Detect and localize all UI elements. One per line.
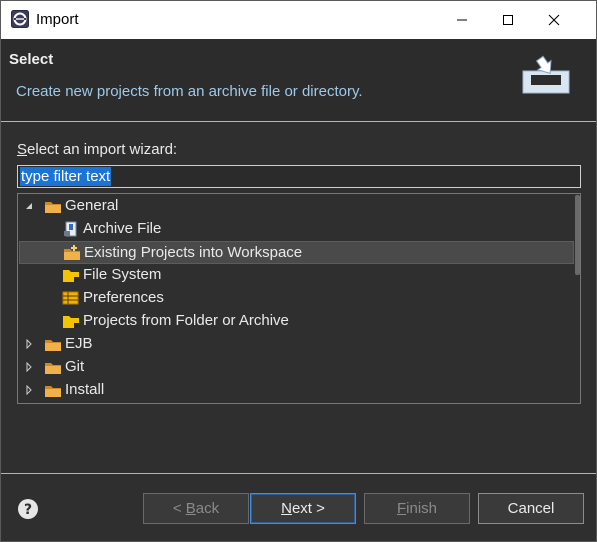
back-button[interactable]: < Back [143,493,249,524]
label-text: elect an import wizard: [27,141,178,158]
cancel-button[interactable]: Cancel [478,493,584,524]
tree-item[interactable]: Existing Projects into Workspace [19,241,574,264]
back-rest: ack [195,500,220,517]
finish-rest: inish [406,500,438,517]
window-title: Import [36,11,79,28]
help-glyph: ? [24,502,32,518]
tree-item-label: Preferences [83,289,164,306]
next-button[interactable]: Next > [250,493,356,524]
tree-item-label: Install [65,381,105,398]
tree-item[interactable]: EJB [19,333,574,356]
close-icon [548,14,560,26]
folder-icon [45,340,61,351]
tree-item-label: Projects from Folder or Archive [83,312,289,329]
minimize-button[interactable] [439,1,485,39]
tree-item[interactable]: Preferences [19,287,574,310]
filter-input[interactable]: type filter text [17,165,581,188]
expanded-twisty-icon[interactable] [23,200,35,212]
maximize-icon [503,15,513,25]
tree-item[interactable]: File System [19,264,574,287]
preferences-icon [62,291,79,305]
wizard-body: Select an import wizard: type filter tex… [1,123,596,473]
tree-item-label: Existing Projects into Workspace [84,244,303,261]
tree-item[interactable]: Projects from Folder or Archive [19,310,574,333]
finish-button[interactable]: Finish [364,493,470,524]
next-rest: ext > [291,500,325,517]
title-bar: Import [1,1,596,39]
wizard-header: Select Create new projects from an archi… [1,39,596,121]
back-prefix: < [172,500,186,517]
archive-file-icon [64,221,77,237]
next-key: N [281,500,292,517]
close-button[interactable] [531,1,577,39]
tree-item[interactable]: Git [19,356,574,379]
cancel-label: Cancel [507,500,555,517]
folder-icon [45,363,61,374]
file-system-icon [63,270,79,282]
back-key: B [185,500,196,517]
collapsed-twisty-icon[interactable] [23,361,35,373]
tree-item-label: EJB [65,335,93,352]
eclipse-app-icon [11,10,29,28]
finish-key: F [396,500,407,517]
help-icon[interactable]: ? [17,498,39,520]
footer-separator [1,473,596,474]
tree-item-label: Archive File [83,220,162,237]
tree-scrollbar[interactable] [575,195,580,275]
projects-folder-icon [63,316,79,328]
import-banner-icon [522,55,570,94]
existing-projects-icon [64,245,80,260]
tree-item-label: Git [65,358,85,375]
filter-text: type filter text [20,167,112,186]
tree-item[interactable]: General [19,195,574,218]
tree-item-label: File System [83,266,162,283]
tree-item-label: General [65,197,119,214]
collapsed-twisty-icon[interactable] [23,384,35,396]
tree-item[interactable]: Install [19,379,574,402]
maximize-button[interactable] [485,1,531,39]
header-separator [1,121,596,122]
folder-icon [45,202,61,213]
wizard-tree[interactable]: General Archive File Existing Projects int… [17,193,581,404]
tree-item[interactable]: Archive File [19,218,574,241]
minimize-icon [457,19,467,21]
label-access-key: S [17,141,28,158]
page-title: Select [9,51,54,68]
collapsed-twisty-icon[interactable] [23,338,35,350]
wizard-list-label: Select an import wizard: [17,141,177,158]
page-description: Create new projects from an archive file… [16,83,363,100]
import-dialog: Import Select Create new projects from a… [0,0,597,542]
folder-icon [45,386,61,397]
